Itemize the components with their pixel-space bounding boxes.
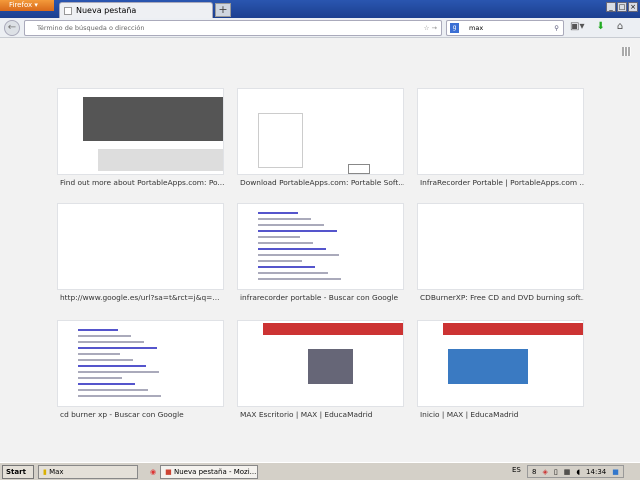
top-site-tile[interactable]: cd burner xp - Buscar con Google [57, 320, 224, 423]
top-site-tile[interactable]: MAX Escritorio | MAX | EducaMadrid [237, 320, 404, 423]
top-site-tile[interactable]: CDBurnerXP: Free CD and DVD burning soft… [417, 203, 584, 306]
language-indicator[interactable]: ES [512, 466, 521, 474]
tab-title: Nueva pestaña [76, 6, 137, 15]
chrome-icon[interactable]: ◉ [150, 468, 156, 476]
window-label: Nueva pestaña - Mozi... [173, 467, 257, 476]
top-site-tile[interactable]: Inicio | MAX | EducaMadrid [417, 320, 584, 423]
site-thumbnail [237, 88, 404, 175]
tile-label: infrarecorder portable - Buscar con Goog… [240, 293, 399, 302]
tile-label: MAX Escritorio | MAX | EducaMadrid [240, 410, 373, 419]
tile-label: Inicio | MAX | EducaMadrid [420, 410, 519, 419]
network-icon[interactable]: ▦ [564, 466, 571, 477]
taskbar-firefox-window[interactable]: ■ Nueva pestaña - Mozi... [160, 464, 259, 479]
clock: 14:34 [586, 468, 607, 476]
grid-toggle-icon[interactable] [622, 47, 631, 56]
start-button[interactable]: Start [2, 464, 34, 479]
top-site-tile[interactable]: http://www.google.es/url?sa=t&rct=j&q=..… [57, 203, 224, 306]
tile-label: cd burner xp - Buscar con Google [60, 410, 184, 419]
system-tray: 8 ◈ ▯ ▦ ◖ 14:34 ■ [527, 465, 624, 478]
tray-icon[interactable]: ▯ [554, 466, 558, 477]
search-value: max [469, 24, 484, 32]
search-input[interactable]: g max ⚲ [446, 20, 564, 36]
title-bar: Firefox ▾ Nueva pestaña + _ □ × [0, 0, 640, 18]
tile-label: http://www.google.es/url?sa=t&rct=j&q=..… [60, 293, 220, 302]
site-thumbnail [417, 320, 584, 407]
site-thumbnail [57, 203, 224, 290]
maximize-button[interactable]: □ [617, 2, 627, 12]
minimize-button[interactable]: _ [606, 2, 616, 12]
folder-label: Max [49, 467, 64, 476]
screenshot-icon[interactable]: ▣▾ [570, 21, 584, 32]
url-placeholder: Término de búsqueda o dirección [37, 24, 145, 32]
site-thumbnail [57, 320, 224, 407]
firefox-menu-button[interactable]: Firefox ▾ [0, 0, 54, 11]
url-bar[interactable]: Término de búsqueda o dirección ☆ → [24, 20, 442, 36]
taskbar: Start ▮ Max ◉ ■ Nueva pestaña - Mozi... … [0, 462, 640, 480]
go-arrow-icon[interactable]: ☆ → [424, 21, 437, 35]
top-site-tile[interactable]: Download PortableApps.com: Portable Soft… [237, 88, 404, 191]
download-icon[interactable]: ⬇ [596, 21, 604, 32]
firefox-label: Firefox [9, 1, 33, 9]
tab-new-tab[interactable]: Nueva pestaña [59, 2, 213, 18]
site-thumbnail [237, 320, 404, 407]
home-icon[interactable]: ⌂ [617, 21, 623, 32]
site-thumbnail [237, 203, 404, 290]
site-thumbnail [417, 203, 584, 290]
tile-label: InfraRecorder Portable | PortableApps.co… [420, 178, 584, 187]
search-icon[interactable]: ⚲ [554, 21, 559, 35]
new-tab-button[interactable]: + [215, 3, 231, 17]
top-site-tile[interactable]: infrarecorder portable - Buscar con Goog… [237, 203, 404, 306]
tray-icon[interactable]: 8 [532, 466, 536, 477]
volume-icon[interactable]: ◖ [576, 466, 580, 477]
site-thumbnail [57, 88, 224, 175]
tray-icon[interactable]: ■ [612, 466, 619, 477]
close-button[interactable]: × [628, 2, 638, 12]
top-site-tile[interactable]: Find out more about PortableApps.com: Po… [57, 88, 224, 191]
top-site-tile[interactable]: InfraRecorder Portable | PortableApps.co… [417, 88, 584, 191]
antivirus-icon[interactable]: ◈ [542, 466, 547, 477]
tile-label: Download PortableApps.com: Portable Soft… [240, 178, 404, 187]
tile-label: CDBurnerXP: Free CD and DVD burning soft… [420, 293, 584, 302]
page-icon [64, 6, 72, 15]
tile-label: Find out more about PortableApps.com: Po… [60, 178, 224, 187]
navigation-bar: ← Término de búsqueda o dirección ☆ → g ma… [0, 18, 640, 38]
site-thumbnail [417, 88, 584, 175]
taskbar-folder-max[interactable]: ▮ Max [38, 464, 138, 479]
google-engine-icon[interactable]: g [450, 23, 459, 33]
back-button[interactable]: ← [4, 20, 20, 36]
